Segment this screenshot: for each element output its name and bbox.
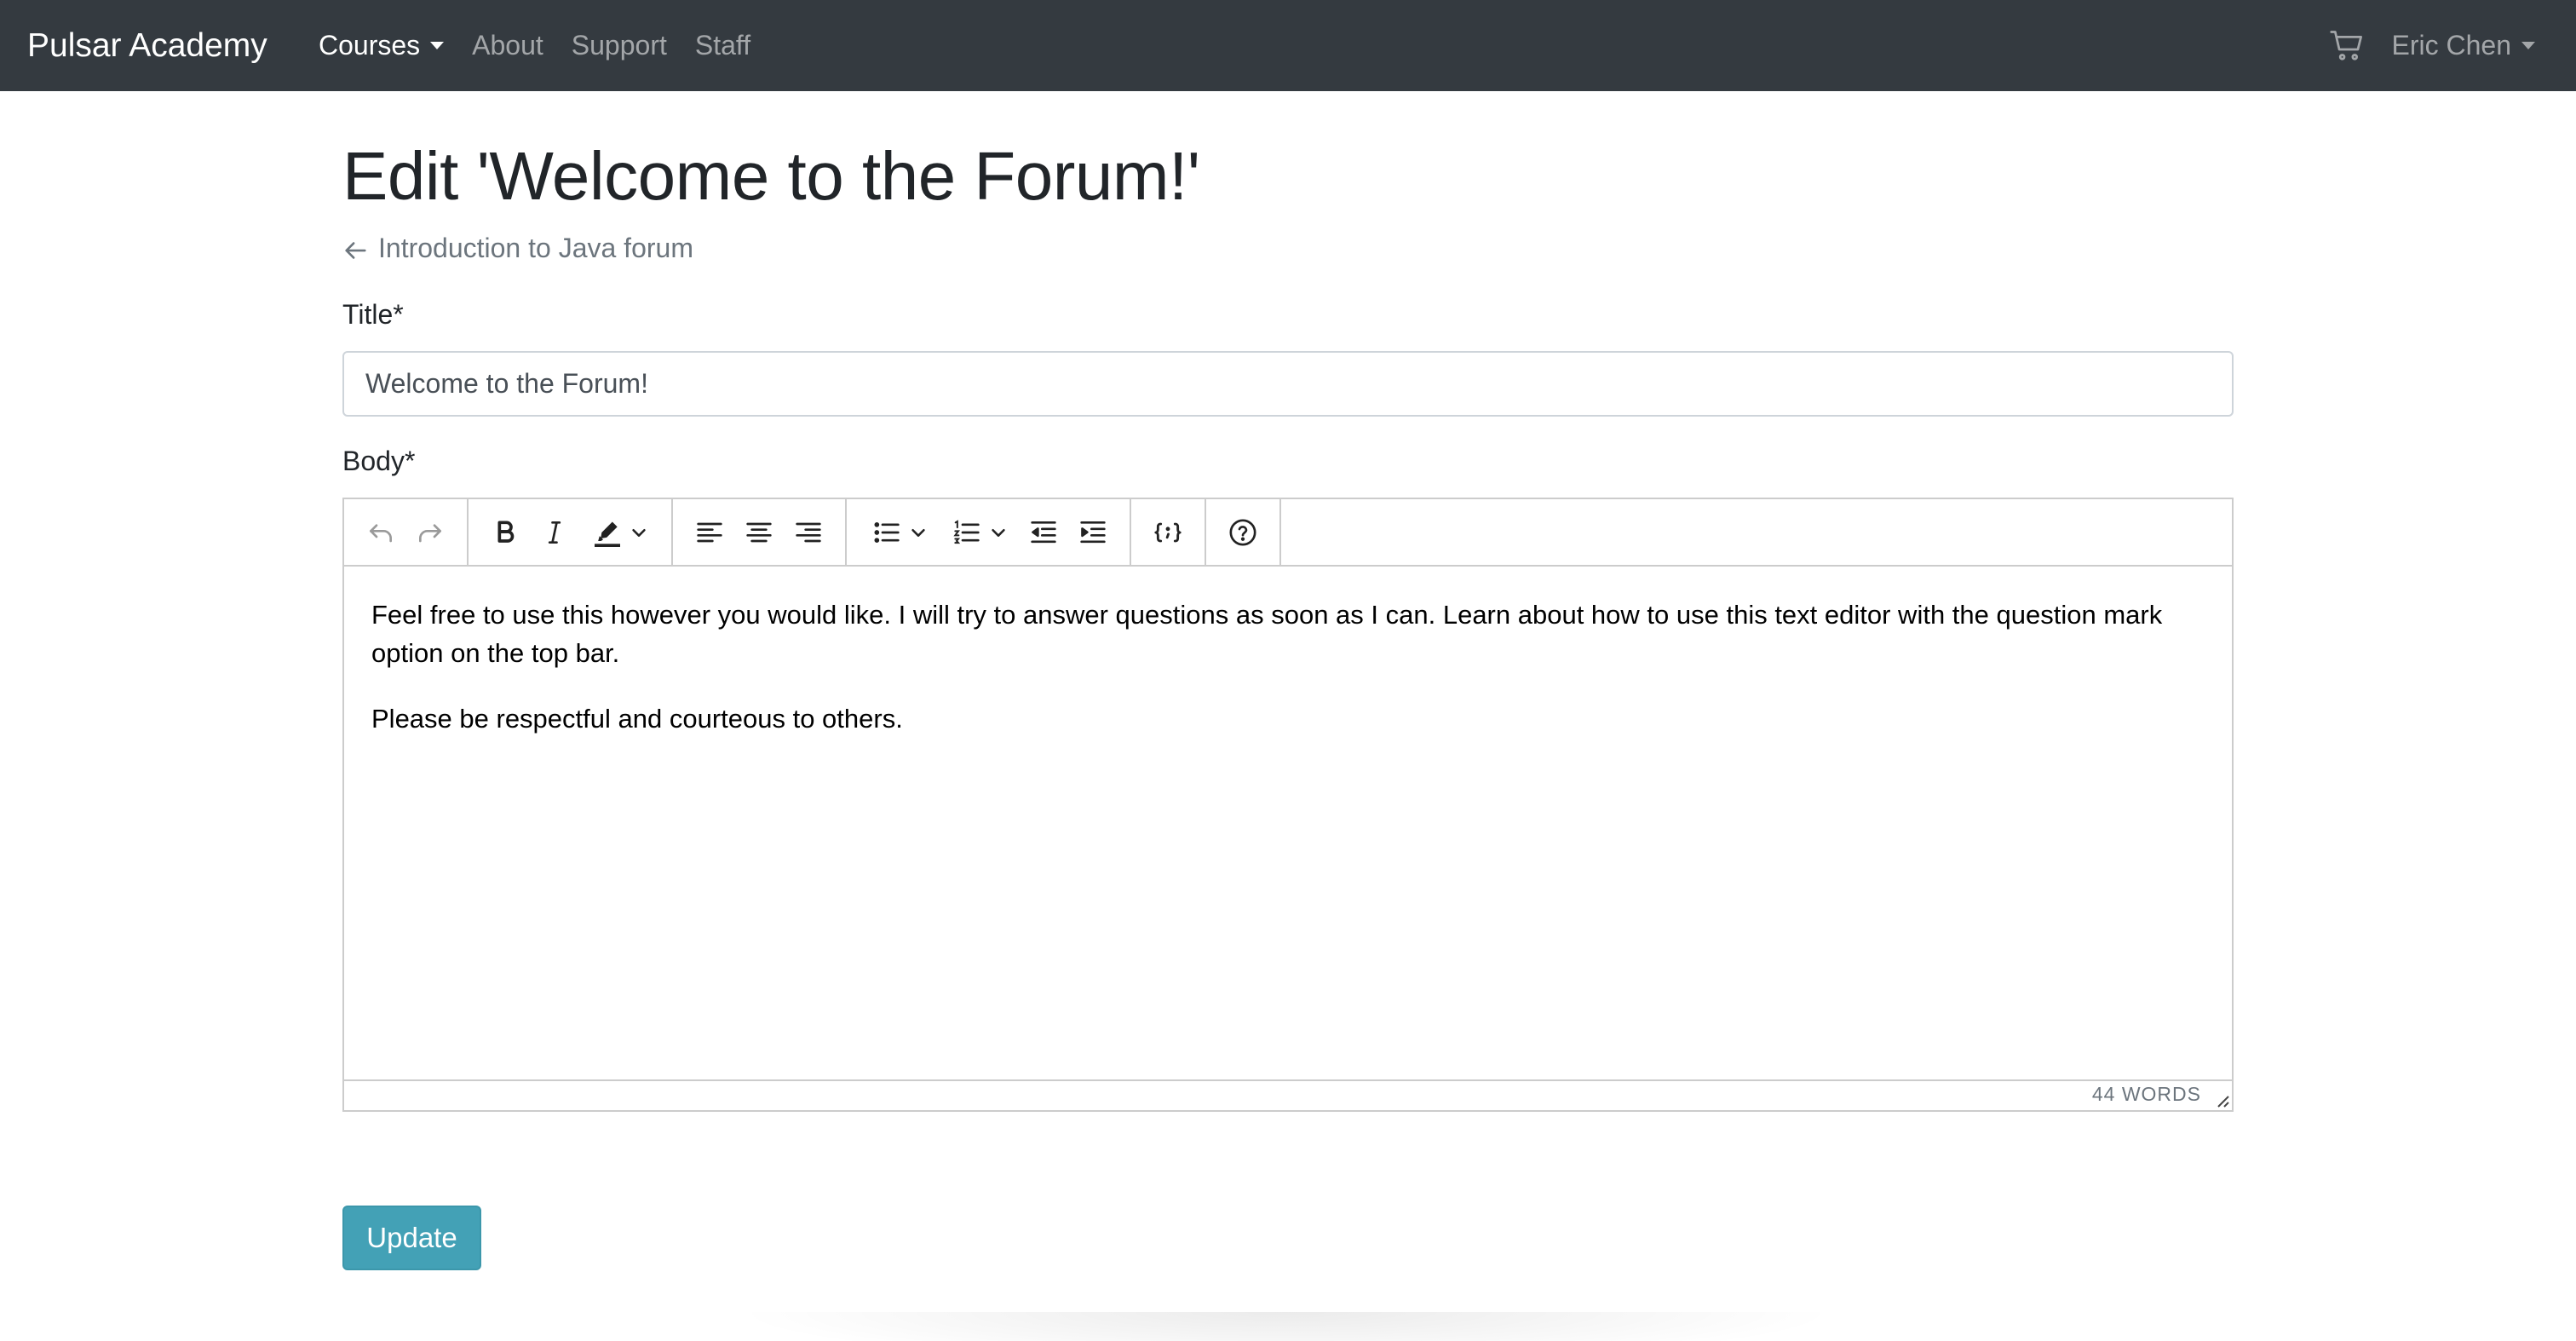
top-navbar: Pulsar Academy Courses About Support Sta… [0,0,2576,91]
nav-courses-dropdown[interactable]: Courses [319,30,445,61]
back-to-forum-link[interactable]: Introduction to Java forum [342,233,693,264]
arrow-left-icon [345,241,366,259]
highlight-color-button[interactable] [579,508,659,557]
outdent-icon [1031,521,1056,543]
page-title: Edit 'Welcome to the Forum!' [342,138,1200,214]
code-sample-icon [1154,522,1182,542]
user-menu-dropdown[interactable]: Eric Chen [2391,30,2535,61]
back-link-label: Introduction to Java forum [378,233,693,263]
toolbar-group-help [1206,499,1281,565]
nav-staff[interactable]: Staff [695,30,750,61]
title-input[interactable] [342,351,2234,417]
italic-icon [548,521,561,544]
highlight-icon [595,521,620,547]
code-sample-button[interactable] [1143,508,1193,557]
word-count[interactable]: 44 WORDS [2092,1083,2201,1106]
toolbar-group-lists [847,499,1131,565]
chevron-down-icon [992,528,1005,537]
align-right-button[interactable] [784,508,833,557]
editor-paragraph: Please be respectful and courteous to ot… [371,704,903,734]
chevron-down-icon [632,528,646,537]
bottom-shadow [733,1312,1840,1341]
nav-support[interactable]: Support [572,30,667,61]
outdent-button[interactable] [1019,508,1068,557]
align-left-icon [697,522,722,542]
italic-button[interactable] [530,508,579,557]
align-left-button[interactable] [685,508,734,557]
editor-statusbar: 44 WORDS [344,1079,2232,1110]
resize-handle-icon[interactable] [2213,1091,2230,1108]
undo-button[interactable] [356,508,405,557]
user-name: Eric Chen [2391,30,2512,60]
help-icon [1229,519,1256,545]
align-right-icon [796,522,821,542]
indent-button[interactable] [1068,508,1118,557]
cart-icon[interactable] [2329,27,2366,65]
editor-toolbar [344,499,2232,567]
bold-button[interactable] [480,508,530,557]
toolbar-group-alignment [673,499,847,565]
editor-paragraph: Feel free to use this however you would … [371,600,2163,668]
help-button[interactable] [1218,508,1268,557]
caret-down-icon [430,42,445,49]
toolbar-group-history [344,499,469,565]
undo-icon [370,523,392,542]
bullet-list-button[interactable] [859,508,939,557]
brand-link[interactable]: Pulsar Academy [27,0,267,91]
redo-button[interactable] [405,508,455,557]
toolbar-group-code [1131,499,1206,565]
bullet-list-icon [874,521,900,543]
bold-icon [497,521,515,543]
align-center-button[interactable] [734,508,784,557]
nav-right: Eric Chen [2329,0,2535,91]
caret-down-icon [2521,42,2535,49]
numbered-list-button[interactable] [939,508,1019,557]
chevron-down-icon [911,528,925,537]
numbered-list-icon [953,519,980,544]
nav-courses-label: Courses [319,30,421,60]
body-label: Body* [342,446,416,476]
toolbar-group-formatting [469,499,673,565]
redo-icon [419,523,441,542]
align-center-icon [746,522,772,542]
editor-content-area[interactable]: Feel free to use this however you would … [344,567,2232,1081]
update-button[interactable]: Update [342,1206,481,1270]
nav-about[interactable]: About [472,30,543,61]
title-label: Title* [342,299,404,330]
nav-links: Courses About Support Staff [319,0,779,91]
rich-text-editor: Feel free to use this however you would … [342,498,2234,1112]
indent-icon [1080,521,1106,543]
